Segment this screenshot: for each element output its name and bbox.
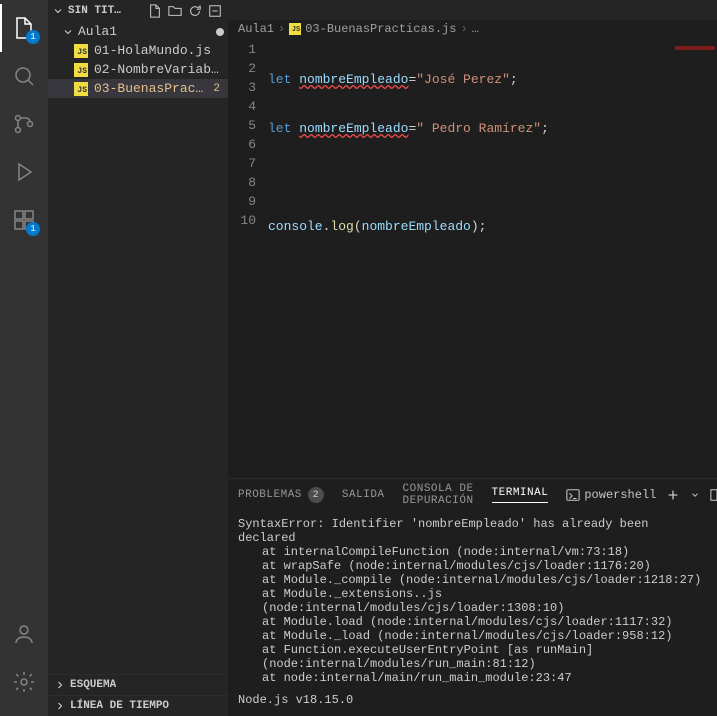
timeline-section[interactable]: LÍNEA DE TIEMPO <box>48 695 228 716</box>
tab-debug-console[interactable]: CONSOLA DE DEPURACIÓN <box>403 483 474 507</box>
timeline-label: LÍNEA DE TIEMPO <box>70 700 169 712</box>
activity-search-icon[interactable] <box>0 52 48 100</box>
file-02[interactable]: JS 02-NombreVariables… <box>48 60 228 79</box>
line-gutter: 1 2 3 4 5 6 7 8 9 10 <box>228 38 268 478</box>
refresh-icon[interactable] <box>186 2 204 20</box>
split-terminal-icon[interactable] <box>710 488 717 502</box>
activity-bottom <box>0 610 48 706</box>
chevron-right-icon: › <box>278 22 285 36</box>
tab-bar[interactable] <box>228 0 717 20</box>
activity-debug-icon[interactable] <box>0 148 48 196</box>
activity-explorer-icon[interactable]: 1 <box>0 4 48 52</box>
activity-settings-icon[interactable] <box>0 658 48 706</box>
tab-output[interactable]: SALIDA <box>342 489 385 501</box>
minimap-error-marker[interactable] <box>675 46 715 50</box>
problems-count: 2 <box>308 487 324 503</box>
folder-name: Aula1 <box>78 24 212 39</box>
panel-tabs: PROBLEMAS 2 SALIDA CONSOLA DE DEPURACIÓN… <box>228 479 717 511</box>
new-file-icon[interactable] <box>146 2 164 20</box>
explorer-badge: 1 <box>26 30 40 44</box>
breadcrumb-file[interactable]: 03-BuenasPracticas.js <box>305 22 456 36</box>
code-editor[interactable]: 1 2 3 4 5 6 7 8 9 10 let nombreEmpleado=… <box>228 38 717 478</box>
terminal-profile-select[interactable]: powershell <box>566 488 656 502</box>
bottom-panel: PROBLEMAS 2 SALIDA CONSOLA DE DEPURACIÓN… <box>228 478 717 716</box>
js-icon: JS <box>74 63 88 77</box>
chevron-down-icon <box>62 26 74 38</box>
outline-section[interactable]: ESQUEMA <box>48 674 228 695</box>
chevron-right-icon <box>54 679 66 691</box>
modified-count: 2 <box>213 83 224 95</box>
workspace-header[interactable]: SIN TÍT… <box>48 0 228 22</box>
breadcrumb[interactable]: Aula1 › JS 03-BuenasPracticas.js › … <box>228 20 717 38</box>
chevron-right-icon <box>54 700 66 712</box>
error-message: SyntaxError: Identifier 'nombreEmpleado'… <box>238 517 707 545</box>
extensions-badge: 1 <box>26 222 40 236</box>
code-content[interactable]: let nombreEmpleado="José Perez"; let nom… <box>268 38 717 478</box>
js-icon: JS <box>74 82 88 96</box>
activity-extensions-icon[interactable]: 1 <box>0 196 48 244</box>
js-icon: JS <box>289 23 301 35</box>
file-name: 03-BuenasPract… <box>94 81 207 96</box>
stack-line: at Module.load (node:internal/modules/cj… <box>238 615 707 629</box>
collapse-icon[interactable] <box>206 2 224 20</box>
stack-line: at Module._extensions..js (node:internal… <box>238 587 707 615</box>
stack-line: at internalCompileFunction (node:interna… <box>238 545 707 559</box>
stack-line: at Module._compile (node:internal/module… <box>238 573 707 587</box>
outline-label: ESQUEMA <box>70 679 116 691</box>
breadcrumb-folder[interactable]: Aula1 <box>238 22 274 36</box>
panel-actions: powershell ··· <box>566 488 717 502</box>
file-03[interactable]: JS 03-BuenasPract… 2 <box>48 79 228 98</box>
stack-line: at Function.executeUserEntryPoint [as ru… <box>238 643 707 671</box>
activity-scm-icon[interactable] <box>0 100 48 148</box>
tab-problems[interactable]: PROBLEMAS 2 <box>238 487 324 503</box>
terminal-icon <box>566 488 580 502</box>
workspace-title: SIN TÍT… <box>68 5 142 17</box>
explorer-sidebar: SIN TÍT… Aula1 JS 01-HolaMundo.js JS 02-… <box>48 0 228 716</box>
stack-line: at Module._load (node:internal/modules/c… <box>238 629 707 643</box>
new-folder-icon[interactable] <box>166 2 184 20</box>
file-name: 02-NombreVariables… <box>94 62 224 77</box>
stack-line: at wrapSafe (node:internal/modules/cjs/l… <box>238 559 707 573</box>
node-version: Node.js v18.15.0 <box>238 693 707 707</box>
activity-bar: 1 1 <box>0 0 48 716</box>
terminal-dropdown-icon[interactable] <box>690 490 700 500</box>
stack-line: at node:internal/main/run_main_module:23… <box>238 671 707 685</box>
folder-aula1[interactable]: Aula1 <box>48 22 228 41</box>
tab-terminal[interactable]: TERMINAL <box>492 487 549 503</box>
terminal-output[interactable]: SyntaxError: Identifier 'nombreEmpleado'… <box>228 511 717 716</box>
main-area: Aula1 › JS 03-BuenasPracticas.js › … 1 2… <box>228 0 717 716</box>
js-icon: JS <box>74 44 88 58</box>
breadcrumb-more[interactable]: … <box>472 22 479 36</box>
add-terminal-button[interactable] <box>666 488 680 502</box>
activity-account-icon[interactable] <box>0 610 48 658</box>
file-01[interactable]: JS 01-HolaMundo.js <box>48 41 228 60</box>
chevron-right-icon: › <box>460 22 467 36</box>
chevron-down-icon <box>52 5 64 17</box>
modified-dot-icon <box>216 28 224 36</box>
file-name: 01-HolaMundo.js <box>94 43 224 58</box>
